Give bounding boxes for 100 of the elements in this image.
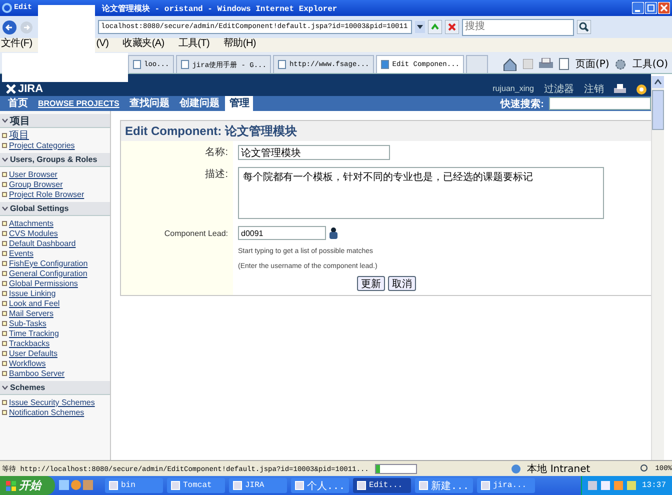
search-field[interactable]: 搜搜 bbox=[462, 18, 574, 36]
dropdown-icon[interactable] bbox=[415, 21, 425, 33]
sidebar-link[interactable]: User Defaults bbox=[9, 348, 58, 358]
nav-tab[interactable]: BROWSE PROJECTS bbox=[34, 96, 124, 111]
sidebar-link[interactable]: Project Role Browser bbox=[9, 190, 84, 198]
user-link[interactable]: rujuan_xing bbox=[492, 84, 534, 93]
minimize-icon[interactable] bbox=[632, 2, 644, 14]
square-bullet-icon bbox=[2, 240, 7, 246]
nav-tab[interactable]: 创建问题 bbox=[175, 96, 224, 111]
sidebar-link[interactable]: Notification Schemes bbox=[9, 408, 84, 416]
square-bullet-icon bbox=[2, 320, 7, 326]
printer-icon[interactable] bbox=[614, 84, 626, 95]
taskbar-button[interactable]: JIRA bbox=[229, 478, 287, 493]
page-icon bbox=[181, 60, 190, 69]
nav-tab[interactable]: 首页 bbox=[4, 96, 32, 111]
form-heading: Edit Component: 论文管理模块 bbox=[121, 121, 652, 141]
sidebar-link[interactable]: Trackbacks bbox=[9, 338, 50, 348]
page-icon bbox=[559, 58, 570, 70]
menu-item[interactable]: (V) bbox=[96, 38, 109, 50]
taskbar-button[interactable]: 个人... bbox=[291, 478, 349, 493]
sidebar-link[interactable]: Attachments bbox=[9, 218, 54, 228]
window-icon bbox=[171, 481, 180, 490]
user-picker-icon[interactable] bbox=[329, 227, 338, 239]
sidebar-link[interactable]: FishEye Configuration bbox=[9, 258, 88, 268]
sidebar-link[interactable]: Mail Servers bbox=[9, 308, 54, 318]
sidebar-link[interactable]: Workflows bbox=[9, 358, 46, 368]
jira-logo: JIRA bbox=[18, 83, 44, 95]
cancel-button[interactable]: 取消 bbox=[388, 276, 416, 291]
scroll-up-icon[interactable] bbox=[652, 76, 664, 88]
menu-item[interactable]: 收藏夹(A) bbox=[122, 38, 164, 50]
menu-item[interactable]: 文件(F) bbox=[1, 38, 32, 50]
sidebar-link[interactable]: 项目 bbox=[9, 128, 29, 142]
chevron-icon[interactable] bbox=[2, 118, 8, 123]
sidebar-link[interactable]: Default Dashboard bbox=[9, 238, 76, 248]
logout-link[interactable]: 注销 bbox=[584, 82, 604, 96]
sidebar-link[interactable]: Issue Linking bbox=[9, 288, 56, 298]
component-lead-field[interactable]: d0091 bbox=[238, 226, 326, 240]
window-icon bbox=[357, 481, 366, 490]
page-icon bbox=[133, 60, 141, 69]
window-icon bbox=[419, 481, 428, 490]
square-bullet-icon bbox=[2, 310, 7, 316]
sidebar-link[interactable]: CVS Modules bbox=[9, 228, 58, 238]
stop-icon[interactable] bbox=[445, 20, 459, 34]
quick-launch-icon[interactable] bbox=[59, 480, 93, 492]
taskbar-button[interactable]: Edit... bbox=[353, 478, 411, 493]
sidebar-link[interactable]: Group Browser bbox=[9, 180, 63, 188]
taskbar-button[interactable]: 新建... bbox=[415, 478, 473, 493]
page-icon bbox=[278, 60, 286, 69]
square-bullet-icon bbox=[2, 230, 7, 236]
quick-search-field[interactable] bbox=[549, 97, 651, 110]
window-icon bbox=[481, 481, 490, 490]
sidebar-link[interactable]: Sub-Tasks bbox=[9, 318, 46, 328]
sidebar-link[interactable]: Time Tracking bbox=[9, 328, 59, 338]
square-bullet-icon bbox=[2, 142, 7, 148]
description-field[interactable]: 每个院都有一个模板，针对不同的专业也是，已经选的课题要标记 bbox=[238, 167, 604, 219]
help-icon[interactable] bbox=[636, 84, 647, 95]
sidebar-link[interactable]: Events bbox=[9, 248, 34, 258]
taskbar-button[interactable]: Tomcat bbox=[167, 478, 225, 493]
taskbar-button[interactable]: jira... bbox=[477, 478, 535, 493]
home-icon[interactable] bbox=[503, 58, 518, 70]
search-icon[interactable] bbox=[577, 20, 591, 34]
chevron-icon[interactable] bbox=[2, 157, 8, 162]
sidebar-link[interactable]: Issue Security Schemes bbox=[9, 398, 95, 406]
sidebar-link[interactable]: Project Categories bbox=[9, 140, 75, 150]
nav-tab[interactable]: 管理 bbox=[225, 96, 254, 111]
square-bullet-icon bbox=[2, 400, 7, 404]
start-button[interactable]: 开始 bbox=[0, 476, 55, 495]
square-bullet-icon bbox=[2, 290, 7, 296]
sidebar-link[interactable]: General Configuration bbox=[9, 268, 88, 278]
sidebar-heading[interactable]: 项目 bbox=[10, 114, 30, 128]
update-button[interactable]: 更新 bbox=[357, 276, 385, 291]
nav-tab[interactable]: 查找问题 bbox=[125, 96, 174, 111]
window-icon bbox=[109, 481, 118, 490]
tools-menu[interactable]: 工具(O) bbox=[632, 57, 668, 71]
quick-search-label: 快速搜索: bbox=[500, 98, 545, 110]
window-title: 论文管理模块 - oristand - Windows Internet Explorer bbox=[102, 3, 338, 14]
sidebar-link[interactable]: Look and Feel bbox=[9, 298, 60, 308]
scrollbar-thumb[interactable] bbox=[652, 90, 664, 130]
sidebar-link[interactable]: User Browser bbox=[9, 170, 58, 178]
back-icon[interactable] bbox=[2, 20, 17, 34]
square-bullet-icon bbox=[2, 260, 7, 266]
restore-icon[interactable] bbox=[645, 2, 657, 14]
square-bullet-icon bbox=[2, 350, 7, 356]
field-label: 名称: bbox=[121, 141, 233, 163]
windows-logo-icon bbox=[6, 480, 16, 490]
filters-menu[interactable]: 过滤器 bbox=[544, 82, 574, 96]
square-bullet-icon bbox=[2, 172, 7, 176]
taskbar-button[interactable]: bin bbox=[105, 478, 163, 493]
sidebar-link[interactable]: Global Permissions bbox=[9, 278, 78, 288]
menu-item[interactable]: 帮助(H) bbox=[224, 38, 256, 50]
menu-item[interactable]: 工具(T) bbox=[178, 38, 210, 50]
name-field[interactable]: 论文管理模块 bbox=[238, 145, 390, 160]
square-bullet-icon bbox=[2, 360, 7, 366]
square-bullet-icon bbox=[2, 300, 7, 306]
square-bullet-icon bbox=[2, 220, 7, 226]
sidebar-link[interactable]: Bamboo Server bbox=[9, 368, 65, 378]
close-icon[interactable] bbox=[658, 2, 670, 14]
page-menu[interactable]: 页面(P) bbox=[575, 57, 610, 71]
chevron-icon[interactable] bbox=[2, 385, 8, 390]
chevron-icon[interactable] bbox=[2, 206, 8, 211]
